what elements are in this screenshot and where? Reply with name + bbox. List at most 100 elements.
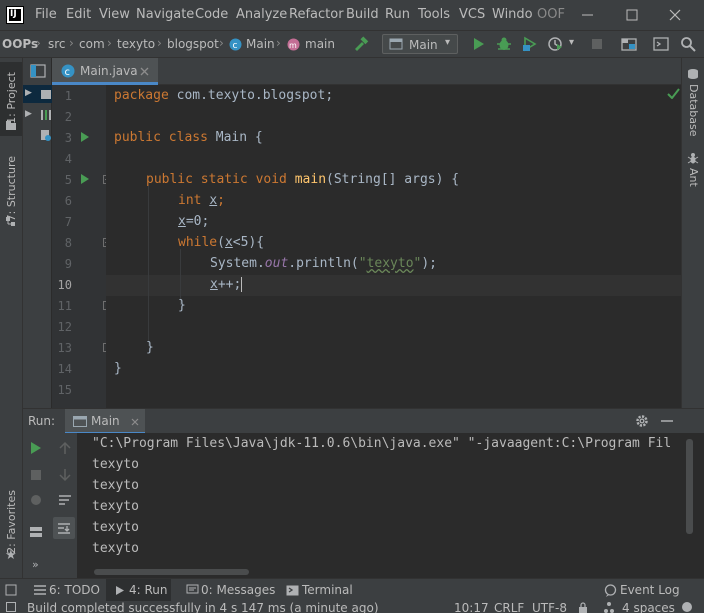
soft-wrap-icon[interactable]	[58, 493, 72, 507]
arrow-down-icon[interactable]	[58, 468, 72, 482]
lock-icon[interactable]	[578, 602, 588, 613]
indent-setting[interactable]: 4 spaces	[622, 601, 675, 613]
tree-expand-icon[interactable]: ▶	[25, 88, 32, 98]
line-separator[interactable]: CRLF	[494, 601, 524, 613]
breadcrumb-separator-icon: ›	[219, 36, 224, 50]
run-tab-main[interactable]: Main	[65, 409, 145, 434]
debug-icon[interactable]	[496, 36, 512, 52]
tab-todo[interactable]: 6: TODO	[30, 579, 100, 602]
code-editor[interactable]: package com.texyto.blogspot; public clas…	[106, 85, 681, 408]
intellij-logo-icon: IJ	[6, 6, 24, 24]
minimize-icon	[582, 14, 593, 16]
run-console[interactable]: "C:\Program Files\Java\jdk-11.0.6\bin\ja…	[78, 433, 681, 578]
run-with-coverage-icon[interactable]	[522, 36, 538, 52]
indent-guide	[148, 186, 149, 346]
menu-view[interactable]: View	[99, 7, 130, 22]
no-problems-check-icon[interactable]	[667, 88, 680, 99]
ant-tool-button[interactable]: Ant	[682, 150, 704, 190]
layout-icon[interactable]	[29, 525, 43, 539]
breadcrumb-main-class[interactable]: Main	[246, 37, 275, 51]
navigation-bar: OOPs › src › com › texyto › blogspot › c…	[0, 30, 704, 58]
tab-terminal[interactable]: Terminal	[284, 579, 354, 602]
caret-position[interactable]: 10:17	[454, 601, 489, 613]
breadcrumb-src[interactable]: src	[48, 37, 66, 51]
breadcrumb-com[interactable]: com	[79, 37, 105, 51]
tab-label: Main.java	[80, 64, 138, 78]
menu-navigate[interactable]: Navigate	[136, 7, 194, 22]
gear-icon[interactable]	[635, 414, 649, 428]
more-actions-icon[interactable]: »	[32, 558, 39, 571]
line-number: 4	[64, 152, 72, 166]
maximize-button[interactable]	[621, 4, 643, 26]
breadcrumb-separator-icon: ›	[107, 36, 112, 50]
rerun-icon[interactable]	[29, 441, 43, 455]
run-panel-title: Run:	[28, 414, 56, 428]
database-tool-button[interactable]: Database	[682, 64, 704, 144]
hammer-build-icon[interactable]	[353, 36, 369, 52]
menu-build[interactable]: Build	[346, 7, 379, 22]
build-status-message[interactable]: Build completed successfully in 4 s 147 …	[27, 601, 379, 613]
run-main-gutter-icon[interactable]	[81, 174, 89, 184]
tool-windows-icon[interactable]	[5, 584, 17, 596]
menu-window[interactable]: Windo	[492, 7, 533, 22]
tab-run[interactable]: 4: Run	[106, 579, 171, 602]
file-encoding[interactable]: UTF-8	[532, 601, 567, 613]
tab-event-log[interactable]: Event Log	[603, 579, 693, 602]
database-icon	[688, 69, 698, 79]
menu-vcs[interactable]: VCS	[459, 7, 485, 22]
structure-tool-button[interactable]: 7: Structure	[0, 154, 22, 234]
menu-run[interactable]: Run	[385, 7, 410, 22]
database-tool-label: Database	[687, 84, 700, 137]
run-configuration-dropdown[interactable]: Main ▾	[382, 34, 458, 54]
tab-main-java[interactable]: c Main.java	[52, 58, 158, 85]
terminal-icon	[286, 585, 299, 596]
line-number: 1	[64, 89, 72, 103]
line-number: 11	[57, 299, 72, 313]
console-vertical-scrollbar[interactable]	[686, 439, 693, 534]
ant-icon	[687, 153, 699, 164]
stop-icon[interactable]	[589, 36, 605, 52]
more-run-options-chevron-icon[interactable]: ▾	[569, 37, 574, 48]
menu-tools[interactable]: Tools	[418, 7, 450, 22]
project-view-icon[interactable]	[30, 64, 46, 78]
ide-window: IJ File Edit View Navigate Code Analyze …	[0, 0, 704, 613]
breadcrumb-main-method[interactable]: main	[305, 37, 335, 51]
breadcrumb-project[interactable]: OOPs	[2, 37, 38, 51]
minimize-button[interactable]	[577, 4, 599, 26]
line-number: 12	[57, 320, 72, 334]
console-horizontal-scrollbar[interactable]	[94, 569, 249, 575]
close-tab-icon[interactable]	[131, 418, 139, 426]
hide-panel-icon[interactable]	[661, 420, 673, 422]
favorites-tool-button[interactable]: 2: Favorites ★	[0, 488, 22, 568]
scroll-to-end-button[interactable]	[53, 517, 75, 539]
status-panel-icon[interactable]	[6, 602, 16, 612]
folder-icon	[6, 121, 16, 130]
breadcrumb-texyto[interactable]: texyto	[117, 37, 155, 51]
close-window-button[interactable]	[664, 4, 686, 26]
breadcrumb-blogspot[interactable]: blogspot	[167, 37, 219, 51]
search-icon[interactable]	[680, 36, 696, 52]
menu-edit[interactable]: Edit	[66, 7, 91, 22]
line-number: 7	[64, 215, 72, 229]
inspector-icon[interactable]	[680, 601, 694, 613]
console-line: texyto	[92, 520, 139, 535]
menu-code[interactable]: Code	[195, 7, 228, 22]
profile-icon[interactable]	[547, 36, 563, 52]
menu-file[interactable]: File	[35, 7, 57, 22]
close-tab-icon[interactable]	[140, 67, 149, 76]
tab-todo-label: 6: TODO	[49, 583, 100, 597]
project-tool-button[interactable]: 1: Project	[0, 62, 22, 136]
stop-icon[interactable]	[29, 468, 43, 482]
run-class-gutter-icon[interactable]	[81, 132, 89, 142]
project-structure-icon[interactable]	[621, 36, 637, 52]
tree-expand-icon[interactable]: ▶	[25, 109, 32, 119]
arrow-up-icon[interactable]	[58, 441, 72, 455]
tab-messages[interactable]: 0: Messages	[184, 579, 275, 602]
menu-refactor[interactable]: Refactor	[289, 7, 344, 22]
run-icon[interactable]	[471, 36, 487, 52]
menu-analyze[interactable]: Analyze	[236, 7, 287, 22]
debug-threads-icon[interactable]	[29, 493, 43, 507]
git-branch-icon[interactable]	[603, 601, 615, 613]
breadcrumb-separator-icon: ›	[157, 36, 162, 50]
terminal-window-icon[interactable]	[653, 36, 669, 52]
